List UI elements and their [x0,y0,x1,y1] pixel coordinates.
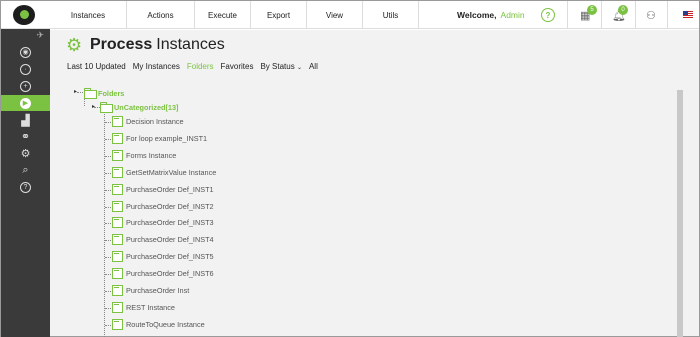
tab-by-status[interactable]: By Status ⌄ [260,62,302,71]
tree-instance-item[interactable]: RouteToQueue Instance [112,318,205,330]
tab-last-10-updated[interactable]: Last 10 Updated [67,62,126,71]
instance-icon [112,116,123,127]
page-title-bold: Process [90,36,153,53]
instance-icon [112,301,123,313]
tree-instance-item[interactable]: PurchaseOrder Inst [112,285,189,296]
tree-instance-label: PurchaseOrder Def_INST2 [126,201,214,211]
menu-instances[interactable]: Instances [50,1,127,29]
tree-instance-label: GetSetMatrixValue Instance [126,167,217,177]
tree-instance-item[interactable]: PurchaseOrder Def_INST3 [112,217,214,229]
tree-instance-label: Decision Instance [126,117,184,126]
menu-export[interactable]: Export [251,1,307,29]
tree-root-label: Folders [98,88,125,98]
tree-instance-label: REST Instance [126,302,175,312]
app-logo[interactable] [13,5,35,25]
api-icon[interactable]: · [1,61,50,77]
tab-favorites[interactable]: Favorites [221,62,254,71]
tree-instance-item[interactable]: Decision Instance [112,116,184,127]
main-content: ⚙ Process Instances Last 10 Updated My I… [50,30,699,337]
tab-all[interactable]: All [309,62,318,71]
tree-instance-item[interactable]: PurchaseOrder Def_INST5 [112,251,214,263]
folder-icon [100,102,113,113]
chevron-down-icon: ⌄ [296,65,302,71]
instance-icon [112,268,123,280]
tasks-badge: 5 [587,5,597,15]
tree-instance-label: PurchaseOrder Def_INST6 [126,269,214,279]
dashboard-icon[interactable]: ◉ [1,44,50,60]
tree-instance-item[interactable]: PurchaseOrder Def_INST6 [112,268,214,280]
instance-icon [112,251,123,263]
notifications-badge: 0 [618,5,628,15]
process-gear-icon: ⚙ [66,35,83,55]
link-icon[interactable]: ⚭ [1,128,50,144]
tree-instance-item[interactable]: Forms Instance [112,149,177,161]
play-icon[interactable]: ▶ [1,95,50,111]
tree-instance-label: PurchaseOrder Def_INST5 [126,252,214,262]
instance-icon [112,183,123,195]
language-flag-icon[interactable] [683,11,693,18]
menu-execute[interactable]: Execute [195,1,251,29]
tree-instance-label: For loop example_INST1 [126,133,208,143]
page-title: ⚙ Process Instances [66,36,225,54]
user-name[interactable]: Admin [501,10,525,20]
tree-root-folder[interactable]: Folders [84,88,125,99]
instance-icon [112,149,123,161]
search-icon[interactable]: ⌕ [1,162,50,178]
instance-icon [112,318,123,330]
user-settings-icon[interactable]: ⚇ [646,9,656,22]
chart-icon[interactable]: ▟ [1,112,50,128]
tree-instance-item[interactable]: For loop example_INST1 [112,132,208,144]
tree-instance-label: PurchaseOrder Def_INST4 [126,235,214,245]
menu-utils[interactable]: Utils [363,1,419,29]
instance-icon [112,234,123,246]
instance-tabs: Last 10 Updated My Instances Folders Fav… [67,62,325,71]
vertical-scrollbar[interactable] [677,90,683,337]
folder-tree: ▸ ▸ Folders UnCategorized[13] Decision I… [66,82,677,337]
settings-icon[interactable]: ⚙ [1,145,50,161]
tree-instance-item[interactable]: REST Instance [112,301,175,313]
instance-icon [112,200,123,212]
tree-instance-label: RouteToQueue Instance [126,319,205,329]
instance-icon [112,166,123,178]
tab-my-instances[interactable]: My Instances [133,62,180,71]
add-icon[interactable]: + [1,78,50,94]
tree-instance-label: PurchaseOrder Inst [126,286,190,295]
instance-icon [112,217,123,229]
tree-instance-label: Forms Instance [126,150,177,160]
top-bar: Instances Actions Execute Export View Ut… [50,1,699,29]
tree-instance-label: PurchaseOrder Def_INST1 [126,184,214,194]
tree-folder-label: UnCategorized[13] [114,102,179,112]
welcome-text: Welcome, Admin [457,10,525,20]
welcome-label: Welcome, [457,10,497,20]
instance-icon [112,285,123,296]
sidebar: ✈ ◉ · + ▶ ▟ ⚭ ⚙ ⌕ ? [1,1,50,337]
instance-icon [112,132,123,144]
logo-area [1,1,50,29]
pin-icon[interactable]: ✈ [36,30,44,41]
help-button[interactable]: ? [541,8,555,22]
tree-instance-item[interactable]: GetSetMatrixValue Instance [112,166,217,178]
tab-by-status-label: By Status [260,62,295,71]
tree-instance-item[interactable]: PurchaseOrder Def_INST2 [112,200,214,212]
help-icon[interactable]: ? [1,179,50,195]
tab-folders[interactable]: Folders [187,62,214,71]
tree-instance-label: PurchaseOrder Def_INST3 [126,218,214,228]
folder-icon [84,88,97,99]
tree-instance-item[interactable]: PurchaseOrder Def_INST4 [112,234,214,246]
tree-instance-item[interactable]: PurchaseOrder Def_INST1 [112,183,214,195]
page-title-rest: Instances [156,36,225,53]
tree-folder-uncategorized[interactable]: UnCategorized[13] [100,102,179,113]
menu-actions[interactable]: Actions [127,1,195,29]
menu-view[interactable]: View [307,1,363,29]
